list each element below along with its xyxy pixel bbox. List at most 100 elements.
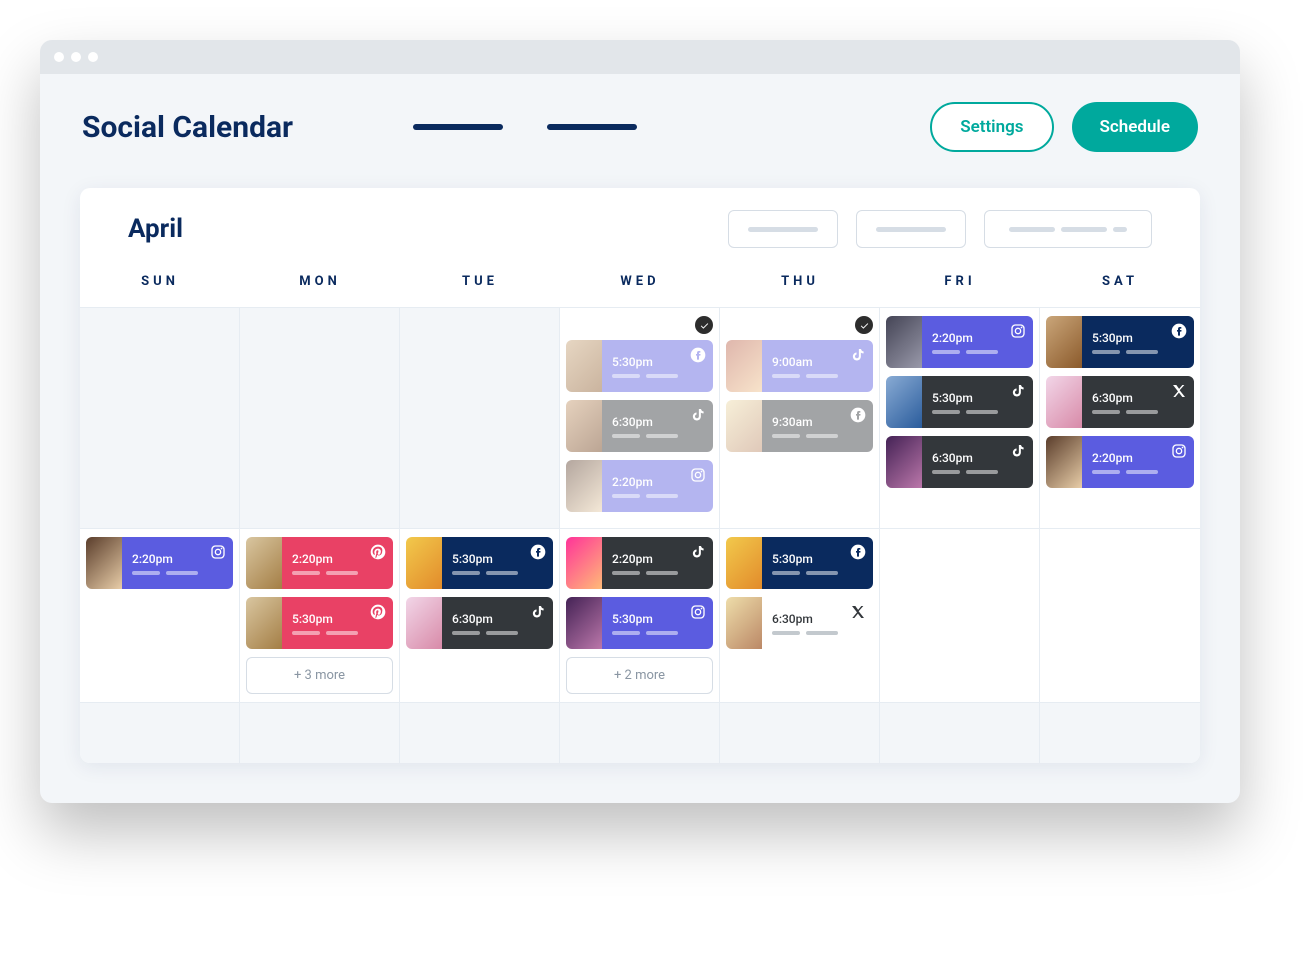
calendar-event[interactable]: 9:30am [726,400,873,452]
event-text-placeholder [932,470,1025,474]
event-thumbnail [566,340,602,392]
filter-chip[interactable] [984,210,1152,248]
event-text-placeholder [612,494,705,498]
event-thumbnail [566,400,602,452]
tiktok-icon [529,603,547,621]
calendar-day-cell[interactable] [240,308,400,528]
calendar-day-cell[interactable] [240,703,400,763]
event-thumbnail [886,376,922,428]
calendar-week-row: 5:30pm6:30pm2:20pm9:00am9:30am2:20pm5:30… [80,308,1200,529]
calendar-event[interactable]: 2:20pm [886,316,1033,368]
filter-chip[interactable] [728,210,838,248]
page-header: Social Calendar Settings Schedule [40,74,1240,164]
instagram-icon [1009,322,1027,340]
calendar-day-cell[interactable]: 2:20pm [80,529,240,702]
event-body: 2:20pm [602,537,713,589]
event-body: 5:30pm [922,376,1033,428]
event-thumbnail [566,460,602,512]
pinterest-icon [369,543,387,561]
calendar-event[interactable]: 6:30pm [1046,376,1194,428]
event-body: 2:20pm [282,537,393,589]
calendar-day-cell[interactable] [400,703,560,763]
filter-chip[interactable] [856,210,966,248]
calendar-event[interactable]: 6:30pm [406,597,553,649]
event-thumbnail [886,316,922,368]
event-text-placeholder [612,374,705,378]
calendar-day-cell[interactable] [80,308,240,528]
event-thumbnail [886,436,922,488]
calendar-event[interactable]: 6:30pm [566,400,713,452]
calendar-event[interactable]: 5:30pm [886,376,1033,428]
event-text-placeholder [452,631,545,635]
calendar-event[interactable]: 5:30pm [1046,316,1194,368]
x-icon [1170,382,1188,400]
calendar-event[interactable]: 2:20pm [86,537,233,589]
event-body: 2:20pm [1082,436,1194,488]
more-events-button[interactable]: + 3 more [246,657,393,694]
schedule-button[interactable]: Schedule [1072,102,1199,152]
calendar-card: April SUNMONTUEWEDTHUFRISAT 5:30pm6:30pm… [80,188,1200,763]
month-label: April [128,214,183,244]
calendar-day-cell[interactable] [720,703,880,763]
calendar-day-cell[interactable]: 5:30pm 6:30pm [720,529,880,702]
calendar-day-cell[interactable]: 5:30pm 6:30pm 2:20pm [1040,308,1200,528]
event-text-placeholder [292,571,385,575]
day-header: FRI [880,274,1040,289]
event-text-placeholder [132,571,225,575]
calendar-day-cell[interactable]: 9:00am 9:30am [720,308,880,528]
tiktok-icon [1009,382,1027,400]
event-body: 5:30pm [282,597,393,649]
calendar-day-cell[interactable] [400,308,560,528]
calendar-event[interactable]: 5:30pm [566,340,713,392]
more-events-button[interactable]: + 2 more [566,657,713,694]
calendar-event[interactable]: 9:00am [726,340,873,392]
event-thumbnail [726,597,762,649]
calendar-event[interactable]: 6:30pm [886,436,1033,488]
calendar-day-cell[interactable]: 5:30pm 6:30pm 2:20pm [560,308,720,528]
calendar-day-cell[interactable] [1040,703,1200,763]
calendar-header: April [80,188,1200,258]
event-body: 2:20pm [122,537,233,589]
instagram-icon [689,466,707,484]
calendar-event[interactable]: 6:30pm [726,597,873,649]
calendar-event[interactable]: 2:20pm [246,537,393,589]
calendar-day-cell[interactable] [880,703,1040,763]
calendar-day-cell[interactable]: 2:20pm 5:30pm + 3 more [240,529,400,702]
calendar-event[interactable]: 5:30pm [566,597,713,649]
check-circle-icon [695,316,713,334]
event-body: 6:30pm [1082,376,1194,428]
facebook-icon [529,543,547,561]
calendar-day-cell[interactable]: 2:20pm 5:30pm + 2 more [560,529,720,702]
calendar-day-cell[interactable] [880,529,1040,702]
window-dot [71,52,81,62]
event-text-placeholder [932,350,1025,354]
event-thumbnail [1046,436,1082,488]
tab-placeholder[interactable] [413,124,503,130]
calendar-day-cell[interactable] [1040,529,1200,702]
event-body: 6:30pm [922,436,1033,488]
event-text-placeholder [612,571,705,575]
calendar-event[interactable]: 5:30pm [406,537,553,589]
calendar-day-cell[interactable]: 2:20pm 5:30pm 6:30pm [880,308,1040,528]
calendar-event[interactable]: 2:20pm [566,460,713,512]
calendar-event[interactable]: 2:20pm [1046,436,1194,488]
calendar-week-row: 2:20pm2:20pm5:30pm+ 3 more5:30pm6:30pm2:… [80,529,1200,703]
facebook-icon [849,543,867,561]
calendar-week-row [80,703,1200,763]
event-body: 5:30pm [1082,316,1194,368]
event-text-placeholder [612,434,705,438]
event-text-placeholder [772,571,865,575]
settings-button[interactable]: Settings [930,102,1053,152]
header-actions: Settings Schedule [930,102,1198,152]
calendar-day-cell[interactable] [560,703,720,763]
calendar-day-cell[interactable] [80,703,240,763]
calendar-day-cell[interactable]: 5:30pm 6:30pm [400,529,560,702]
calendar-event[interactable]: 2:20pm [566,537,713,589]
calendar-event[interactable]: 5:30pm [726,537,873,589]
event-thumbnail [246,537,282,589]
event-body: 9:30am [762,400,873,452]
event-thumbnail [726,400,762,452]
tab-placeholder[interactable] [547,124,637,130]
day-header: THU [720,274,880,289]
calendar-event[interactable]: 5:30pm [246,597,393,649]
